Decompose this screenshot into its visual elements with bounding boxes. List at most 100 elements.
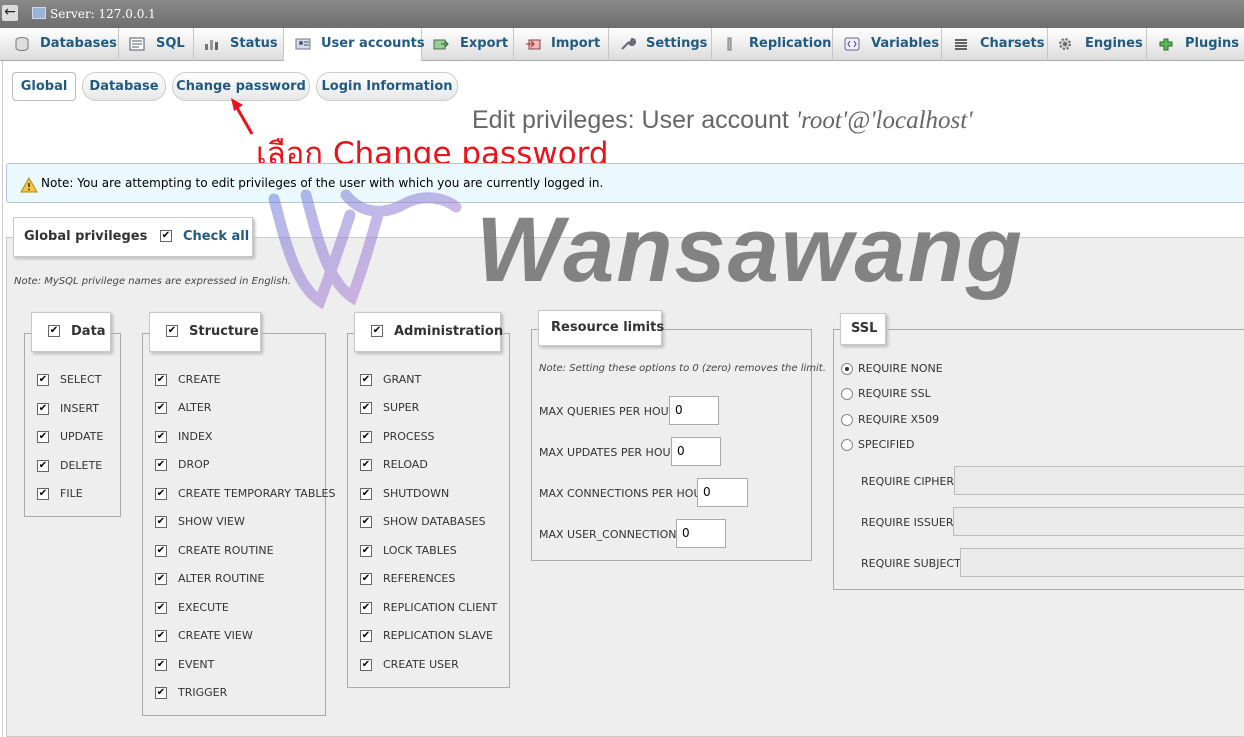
privilege-label: LOCK TABLES <box>383 543 457 557</box>
privilege-label: ALTER <box>178 401 212 415</box>
privilege-checkbox[interactable]: ✔ <box>37 402 49 415</box>
tab-databases[interactable]: Databases <box>0 28 119 61</box>
administration-group-checkbox[interactable]: ✔ <box>371 325 383 337</box>
tab-export[interactable]: Export <box>422 28 514 61</box>
require-ssl-radio[interactable] <box>841 388 853 400</box>
tab-variables[interactable]: Variables <box>833 28 942 61</box>
specified-radio[interactable] <box>841 439 853 451</box>
privilege-checkbox[interactable]: ✔ <box>155 459 167 472</box>
privilege-checkbox[interactable]: ✔ <box>360 430 372 443</box>
tab-plugins[interactable]: Plugins <box>1147 28 1244 61</box>
privilege-checkbox[interactable]: ✔ <box>155 573 167 586</box>
privilege-label: EXECUTE <box>178 600 229 614</box>
max-connections-input[interactable]: 0 <box>697 478 748 507</box>
status-icon <box>205 40 218 50</box>
watermark-text: Wansawang <box>476 199 1024 301</box>
require-x509-radio[interactable] <box>841 414 853 426</box>
privilege-label: REFERENCES <box>383 572 456 586</box>
privilege-label: SHUTDOWN <box>383 486 450 500</box>
import-icon <box>526 39 541 50</box>
tab-charsets[interactable]: Charsets <box>942 28 1048 61</box>
tab-engines[interactable]: Engines <box>1048 28 1147 61</box>
privilege-checkbox[interactable]: ✔ <box>155 630 167 643</box>
notice-text: Note: You are attempting to edit privile… <box>41 176 604 190</box>
require-issuer-label: REQUIRE ISSUER <box>861 516 954 529</box>
privilege-checkbox[interactable]: ✔ <box>360 374 372 386</box>
privilege-checkbox[interactable]: ✔ <box>155 402 167 415</box>
check-all-checkbox[interactable]: ✔ <box>160 230 172 242</box>
privilege-checkbox[interactable]: ✔ <box>360 516 372 529</box>
privilege-checkbox[interactable]: ✔ <box>155 686 167 699</box>
max-updates-label: MAX UPDATES PER HOUR <box>539 446 679 459</box>
max-user-connections-input[interactable]: 0 <box>676 519 726 548</box>
privilege-label: SHOW VIEW <box>178 515 245 529</box>
tab-replication[interactable]: Replication <box>712 28 833 61</box>
privilege-checkbox[interactable]: ✔ <box>360 630 372 643</box>
privilege-label: CREATE USER <box>383 657 459 671</box>
privilege-label: SELECT <box>60 373 102 386</box>
privilege-label: REPLICATION CLIENT <box>383 600 498 614</box>
privilege-checkbox[interactable]: ✔ <box>37 431 49 444</box>
privilege-label: REPLICATION SLAVE <box>383 629 493 643</box>
privilege-checkbox[interactable]: ✔ <box>37 488 49 501</box>
tab-import[interactable]: Import <box>514 28 609 61</box>
structure-group-title: Structure <box>189 324 259 339</box>
privilege-checkbox[interactable]: ✔ <box>360 544 372 557</box>
tab-sql[interactable]: SQL <box>119 28 194 61</box>
privilege-checkbox[interactable]: ✔ <box>360 573 372 586</box>
main-tabs: Databases SQL Status User accounts Expor… <box>0 28 1244 61</box>
subtab-login-information[interactable]: Login Information <box>316 72 458 101</box>
privilege-label: EVENT <box>178 657 215 671</box>
plugins-icon <box>1159 38 1173 51</box>
subtab-global[interactable]: Global <box>12 72 76 101</box>
privilege-label: RELOAD <box>383 458 428 472</box>
privilege-checkbox[interactable]: ✔ <box>155 374 167 386</box>
max-user-connections-label: MAX USER_CONNECTIONS <box>539 528 684 541</box>
max-queries-label: MAX QUERIES PER HOUR <box>539 405 677 418</box>
left-border <box>2 61 3 737</box>
privilege-label: GRANT <box>383 373 422 386</box>
data-group-checkbox[interactable]: ✔ <box>48 325 60 337</box>
privilege-checkbox[interactable]: ✔ <box>360 487 372 500</box>
privilege-checkbox[interactable]: ✔ <box>360 658 372 671</box>
privilege-checkbox[interactable]: ✔ <box>37 459 49 472</box>
max-updates-input[interactable]: 0 <box>671 437 721 466</box>
require-subject-input[interactable] <box>960 548 1244 577</box>
privilege-label: PROCESS <box>383 429 435 443</box>
export-icon <box>433 39 449 50</box>
administration-legend: ✔ Administration <box>354 312 503 352</box>
privilege-label: CREATE TEMPORARY TABLES <box>178 486 336 500</box>
require-none-radio[interactable] <box>841 363 853 375</box>
privilege-checkbox[interactable]: ✔ <box>37 374 49 386</box>
privilege-checkbox[interactable]: ✔ <box>360 601 372 614</box>
tab-status[interactable]: Status <box>194 28 284 61</box>
data-legend: ✔ Data <box>31 312 111 352</box>
notice-box: Note: You are attempting to edit privile… <box>6 163 1244 203</box>
privilege-checkbox[interactable]: ✔ <box>155 516 167 529</box>
max-queries-input[interactable]: 0 <box>669 396 719 425</box>
tab-settings[interactable]: Settings <box>609 28 712 61</box>
privilege-checkbox[interactable]: ✔ <box>155 544 167 557</box>
server-title[interactable]: Server: 127.0.0.1 <box>50 7 156 21</box>
server-icon <box>32 7 46 19</box>
privilege-label: INDEX <box>178 429 213 443</box>
back-arrow-icon[interactable]: ← <box>2 5 18 21</box>
privilege-checkbox[interactable]: ✔ <box>360 402 372 415</box>
privilege-checkbox[interactable]: ✔ <box>155 601 167 614</box>
resource-limits-note: Note: Setting these options to 0 (zero) … <box>539 363 826 374</box>
require-issuer-input[interactable] <box>953 507 1244 536</box>
database-icon <box>15 37 29 51</box>
privilege-checkbox[interactable]: ✔ <box>155 658 167 671</box>
privilege-label: DROP <box>178 458 210 472</box>
privilege-checkbox[interactable]: ✔ <box>155 430 167 443</box>
check-all-label[interactable]: Check all <box>183 218 249 256</box>
require-cipher-input[interactable] <box>954 466 1244 495</box>
variables-icon <box>844 37 860 51</box>
tab-user-accounts[interactable]: User accounts <box>284 28 425 61</box>
subtab-database[interactable]: Database <box>82 72 166 101</box>
privilege-checkbox[interactable]: ✔ <box>155 487 167 500</box>
privilege-checkbox[interactable]: ✔ <box>360 459 372 472</box>
structure-group-checkbox[interactable]: ✔ <box>166 325 178 337</box>
privilege-label: SHOW DATABASES <box>383 515 486 529</box>
page-title-account: 'root'@'localhost' <box>795 107 973 134</box>
